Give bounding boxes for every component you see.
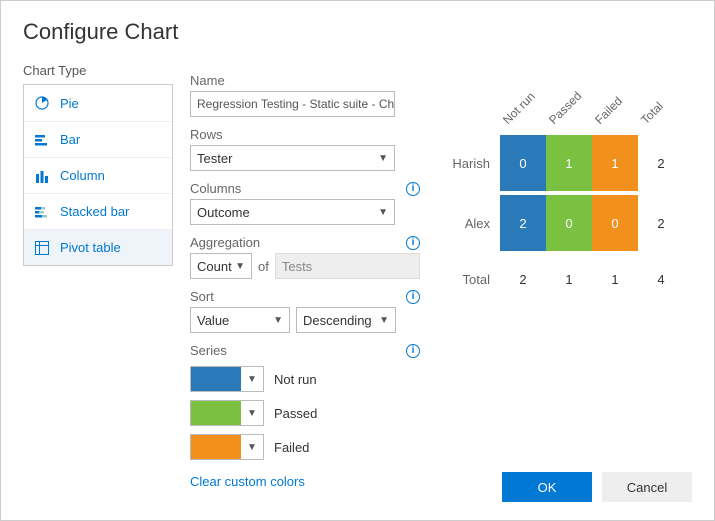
configure-chart-dialog: Configure Chart Chart Type Pie Bar bbox=[0, 0, 715, 521]
pivot-column-header: Not run bbox=[500, 83, 546, 133]
sort-label: Sorti bbox=[190, 289, 420, 304]
chart-type-stacked-bar-label: Stacked bar bbox=[60, 204, 129, 219]
chart-type-pivot-table[interactable]: Pivot table bbox=[24, 229, 172, 265]
series-label: Failed bbox=[274, 440, 309, 455]
chevron-down-icon: ▼ bbox=[378, 207, 388, 218]
columns-label: Columnsi bbox=[190, 181, 420, 196]
chart-type-column[interactable]: Column bbox=[24, 157, 172, 193]
clear-custom-colors-link[interactable]: Clear custom colors bbox=[190, 474, 305, 489]
series-color-swatch[interactable]: ▼ bbox=[190, 400, 264, 426]
info-icon: i bbox=[406, 290, 420, 304]
chevron-down-icon: ▼ bbox=[235, 261, 245, 272]
chevron-down-icon: ▼ bbox=[378, 153, 388, 164]
info-icon: i bbox=[406, 236, 420, 250]
pivot-cell: 1 bbox=[592, 135, 638, 191]
chart-type-pie-label: Pie bbox=[60, 96, 79, 111]
chart-type-list: Pie Bar Column bbox=[23, 84, 173, 266]
aggregation-select[interactable]: Count▼ bbox=[190, 253, 252, 279]
pivot-cell: 0 bbox=[500, 135, 546, 191]
columns-select[interactable]: Outcome▼ bbox=[190, 199, 395, 225]
ok-button[interactable]: OK bbox=[502, 472, 592, 502]
chart-type-column-label: Column bbox=[60, 168, 105, 183]
chevron-down-icon: ▼ bbox=[241, 408, 263, 419]
bar-icon bbox=[34, 132, 50, 148]
series-row: ▼ Not run bbox=[190, 366, 420, 392]
rows-select[interactable]: Tester▼ bbox=[190, 145, 395, 171]
series-color-swatch[interactable]: ▼ bbox=[190, 434, 264, 460]
series-label: Passed bbox=[274, 406, 317, 421]
pivot-total-label: Total bbox=[440, 272, 500, 287]
chart-type-pivot-table-label: Pivot table bbox=[60, 240, 121, 255]
pivot-table-icon bbox=[34, 240, 50, 256]
info-icon: i bbox=[406, 344, 420, 358]
name-label: Name bbox=[190, 73, 420, 88]
pivot-row-label: Alex bbox=[440, 216, 500, 231]
pivot-total-cell: 1 bbox=[546, 272, 592, 287]
pivot-total-cell: 2 bbox=[500, 272, 546, 287]
pivot-column-header: Total bbox=[638, 83, 684, 133]
chart-type-label: Chart Type bbox=[23, 63, 190, 78]
aggregation-label: Aggregationi bbox=[190, 235, 420, 250]
series-label: Seriesi bbox=[190, 343, 420, 358]
pivot-cell: 1 bbox=[546, 135, 592, 191]
pivot-row-total: 2 bbox=[638, 216, 684, 231]
series-label: Not run bbox=[274, 372, 317, 387]
pivot-preview: Not runPassedFailedTotal Harish0112Alex2… bbox=[440, 83, 692, 299]
series-row: ▼ Failed bbox=[190, 434, 420, 460]
chevron-down-icon: ▼ bbox=[241, 374, 263, 385]
pivot-cell: 0 bbox=[546, 195, 592, 251]
name-input[interactable]: Regression Testing - Static suite - Ch bbox=[190, 91, 395, 117]
series-row: ▼ Passed bbox=[190, 400, 420, 426]
chevron-down-icon: ▼ bbox=[241, 442, 263, 453]
chevron-down-icon: ▼ bbox=[273, 315, 283, 326]
pivot-row: Harish0112 bbox=[440, 133, 692, 193]
chevron-down-icon: ▼ bbox=[379, 315, 389, 326]
aggregation-tests-field: Tests bbox=[275, 253, 420, 279]
rows-label: Rows bbox=[190, 127, 420, 142]
sort-field-select[interactable]: Value▼ bbox=[190, 307, 290, 333]
chart-type-bar-label: Bar bbox=[60, 132, 80, 147]
pivot-cell: 2 bbox=[500, 195, 546, 251]
column-icon bbox=[34, 168, 50, 184]
pivot-row: Alex2002 bbox=[440, 193, 692, 253]
pie-icon bbox=[34, 95, 50, 111]
cancel-button[interactable]: Cancel bbox=[602, 472, 692, 502]
chart-type-pie[interactable]: Pie bbox=[24, 85, 172, 121]
series-color-swatch[interactable]: ▼ bbox=[190, 366, 264, 392]
chart-type-bar[interactable]: Bar bbox=[24, 121, 172, 157]
aggregation-of-label: of bbox=[258, 259, 269, 274]
stacked-bar-icon bbox=[34, 204, 50, 220]
pivot-total-cell: 4 bbox=[638, 272, 684, 287]
pivot-row-total: 2 bbox=[638, 156, 684, 171]
chart-type-stacked-bar[interactable]: Stacked bar bbox=[24, 193, 172, 229]
pivot-total-cell: 1 bbox=[592, 272, 638, 287]
dialog-title: Configure Chart bbox=[23, 19, 692, 45]
pivot-row-label: Harish bbox=[440, 156, 500, 171]
pivot-column-header: Failed bbox=[592, 83, 638, 133]
pivot-cell: 0 bbox=[592, 195, 638, 251]
info-icon: i bbox=[406, 182, 420, 196]
sort-direction-select[interactable]: Descending▼ bbox=[296, 307, 396, 333]
pivot-column-header: Passed bbox=[546, 83, 592, 133]
